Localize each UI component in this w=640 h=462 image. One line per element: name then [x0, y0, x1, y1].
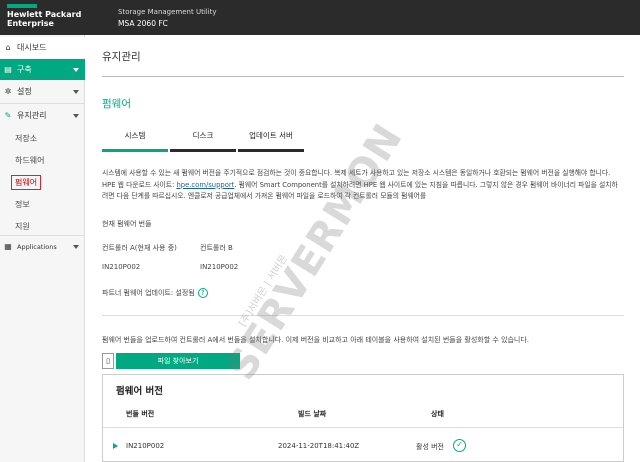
sidebar-item-hardware[interactable]: 하드웨어 — [0, 150, 85, 170]
sub-label: 펌웨어 — [11, 174, 42, 190]
help-icon[interactable]: ? — [197, 288, 208, 298]
panel-title: 펌웨어 버전 — [116, 386, 164, 397]
browse-file-label: 파일 찾아보기 — [116, 353, 240, 369]
app-model: MSA 2060 FC — [118, 19, 168, 28]
current-bundle-label: 현재 펌웨어 번들 — [102, 220, 152, 228]
col-header-status[interactable]: 상태 — [431, 409, 444, 419]
main-content: 유지관리 펌웨어 시스템 디스크 업데이트 서버 시스템에 사용할 수 있는 새… — [86, 35, 640, 462]
tab-disk[interactable]: 디스크 — [170, 130, 236, 152]
hpe-logo: Hewlett Packard Enterprise — [7, 4, 87, 30]
apps-grid-icon: ▦ — [4, 242, 12, 251]
section-title: 펌웨어 — [102, 98, 131, 110]
sub-label: 저장소 — [15, 133, 38, 143]
sidebar-item-firmware[interactable]: 펌웨어 — [0, 172, 85, 192]
sidebar-item-info[interactable]: 정보 — [0, 194, 85, 214]
sub-label: 하드웨어 — [15, 155, 45, 165]
tab-underline — [170, 149, 236, 152]
row-status: 활성 버전 — [416, 443, 444, 451]
controller-a-label: 컨트롤러 A(현재 사용 중) — [102, 244, 177, 252]
chevron-down-icon — [73, 113, 79, 118]
nav-provisioning[interactable]: ▤ 구축 — [0, 59, 85, 80]
firmware-description: 시스템에 사용할 수 있는 새 펌웨어 버전을 주기적으로 점검하는 것이 중요… — [102, 168, 622, 203]
chevron-down-icon — [73, 67, 79, 72]
tab-underline — [102, 149, 168, 152]
col-header-build-date[interactable]: 빌드 날짜 — [298, 409, 326, 419]
title-divider — [102, 76, 624, 77]
top-bar: Hewlett Packard Enterprise Storage Manag… — [0, 0, 640, 35]
header-divider — [103, 427, 623, 428]
controller-b-label: 컨트롤러 B — [200, 244, 233, 252]
firmware-versions-panel: 펌웨어 버전 번들 버전 빌드 날짜 상태 IN210P002 2024-11-… — [102, 374, 624, 462]
chevron-down-icon — [73, 89, 79, 94]
nav-settings[interactable]: ✲ 설정 — [0, 81, 85, 102]
home-icon: ⌂ — [5, 43, 11, 52]
sidebar-item-support[interactable]: 지원 — [0, 216, 85, 236]
tab-underline — [238, 149, 304, 152]
tab-system-label: 시스템 — [124, 131, 146, 140]
support-link[interactable]: hpe.com/support — [176, 181, 234, 189]
file-icon: ▯ — [102, 353, 114, 369]
nav-dashboard-label: 대시보드 — [17, 43, 47, 52]
sidebar-divider — [0, 103, 85, 104]
tab-update-server-label: 업데이트 서버 — [249, 131, 293, 140]
gear-icon: ✲ — [4, 87, 12, 96]
logo-accent-bar — [7, 4, 37, 8]
chevron-down-icon — [73, 244, 79, 249]
partner-update-row: 파트너 펌웨어 업데이트: 설정됨? — [102, 288, 208, 298]
nav-maintenance-label: 유지관리 — [17, 111, 47, 120]
app-title: Storage Management Utility — [118, 8, 217, 16]
brand-line2: Enterprise — [7, 19, 54, 28]
content-divider — [102, 315, 624, 316]
tab-system[interactable]: 시스템 — [102, 130, 168, 152]
nav-dashboard[interactable]: ⌂ 대시보드 — [0, 37, 85, 58]
wrench-icon: ✎ — [4, 111, 12, 120]
tab-update-server[interactable]: 업데이트 서버 — [238, 130, 304, 152]
sidebar: ⌂ 대시보드 ▤ 구축 ✲ 설정 ✎ 유지관리 저장소 하드웨어 펌웨어 정보 … — [0, 35, 85, 462]
sidebar-item-storage[interactable]: 저장소 — [0, 128, 85, 148]
sub-label: 정보 — [15, 199, 30, 209]
page-title: 유지관리 — [102, 51, 141, 63]
controller-b-version: IN210P002 — [200, 263, 239, 271]
upload-description: 펌웨어 번들을 업로드하여 컨트롤러 A에서 번들을 설치합니다. 이제 버전을… — [102, 336, 530, 344]
brand-line1: Hewlett Packard — [7, 10, 82, 19]
check-circle-icon: ✓ — [453, 439, 466, 452]
tab-disk-label: 디스크 — [192, 131, 214, 140]
nav-maintenance[interactable]: ✎ 유지관리 — [0, 105, 85, 126]
sub-label: 지원 — [15, 221, 30, 231]
nav-applications-label: Applications — [17, 242, 57, 251]
browse-file-button[interactable]: ▯ 파일 찾아보기 — [102, 353, 240, 369]
nav-applications[interactable]: ▦ Applications — [0, 236, 85, 257]
nav-settings-label: 설정 — [17, 87, 32, 96]
row-bundle-version: IN210P002 — [126, 442, 165, 450]
expand-row-icon[interactable] — [113, 443, 118, 449]
partner-update-label: 파트너 펌웨어 업데이트: 설정됨 — [102, 289, 195, 297]
controller-a-version: IN210P002 — [102, 263, 141, 271]
row-build-date: 2024-11-20T18:41:40Z — [278, 442, 360, 450]
nav-provisioning-label: 구축 — [17, 65, 32, 74]
storage-icon: ▤ — [4, 65, 12, 74]
col-header-bundle[interactable]: 번들 버전 — [126, 409, 154, 419]
